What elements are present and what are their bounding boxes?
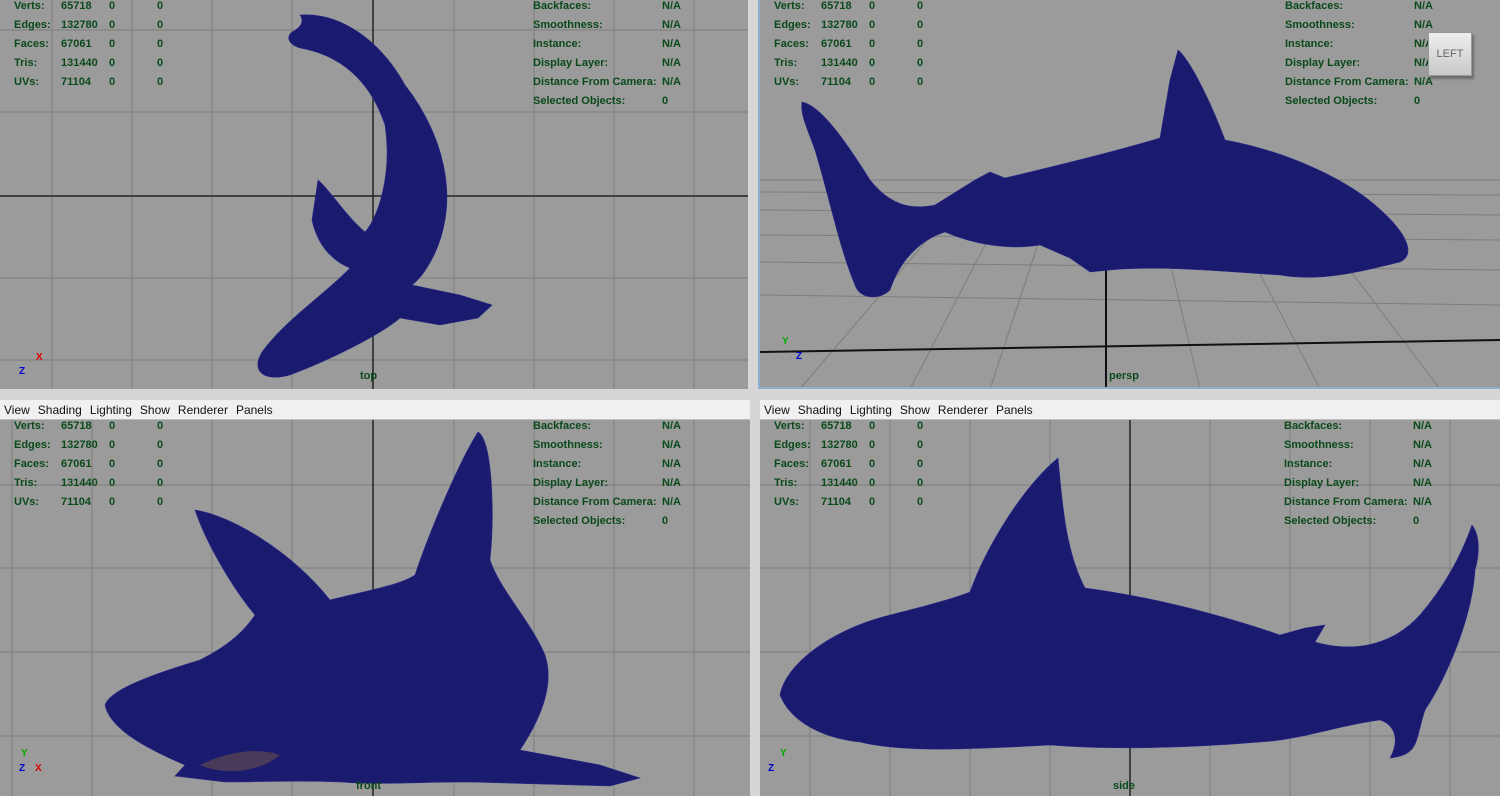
menu-view[interactable]: View: [764, 403, 790, 417]
axis-z-label: Z: [19, 366, 26, 377]
camera-label: front: [356, 780, 382, 792]
object-info: Backfaces: N/A Smoothness: N/A Instance: N/…: [533, 420, 681, 527]
axis-y-label: Y: [21, 748, 28, 759]
poly-stats: Verts: 65718 0 0 Edges: 132780 0 0 Faces: 67061…: [14, 420, 164, 508]
viewport-persp[interactable]: Verts: 65718 0 0 Edges: 132780 0 0 Faces: 67061…: [758, 0, 1500, 389]
axis-y-label: Y: [782, 336, 789, 347]
camera-label: side: [1113, 780, 1136, 792]
menu-shading[interactable]: Shading: [798, 403, 842, 417]
panel-menubar: View Shading Lighting Show Renderer Pane…: [0, 400, 750, 420]
menu-renderer[interactable]: Renderer: [938, 403, 988, 417]
menu-show[interactable]: Show: [140, 403, 170, 417]
axis-y-label: Y: [780, 748, 787, 759]
camera-label: persp: [1109, 370, 1139, 382]
axis-z-label: Z: [19, 763, 26, 774]
menu-lighting[interactable]: Lighting: [850, 403, 892, 417]
viewport-side[interactable]: Verts: 65718 0 0 Edges: 132780 0 0 Faces: 67061…: [760, 420, 1500, 796]
menu-panels[interactable]: Panels: [236, 403, 273, 417]
viewport-top[interactable]: Verts: 65718 0 0 Edges: 132780 0 0 Faces: 67061…: [0, 0, 750, 389]
panel-menubar: View Shading Lighting Show Renderer Pane…: [760, 400, 1500, 420]
menu-shading[interactable]: Shading: [38, 403, 82, 417]
axis-x-label: X: [35, 763, 42, 774]
camera-label: top: [360, 370, 378, 382]
object-info: Backfaces: N/A Smoothness: N/A Instance: N/…: [533, 0, 681, 107]
poly-stats: Verts: 65718 0 0 Edges: 132780 0 0 Faces: 67061…: [14, 0, 164, 88]
menu-view[interactable]: View: [4, 403, 30, 417]
poly-stats: Verts: 65718 0 0 Edges: 132780 0 0 Faces: 67061…: [774, 0, 924, 88]
viewport-front[interactable]: Verts: 65718 0 0 Edges: 132780 0 0 Faces: 67061…: [0, 420, 750, 796]
object-info: Backfaces: N/A Smoothness: N/A Instance: N/…: [1284, 420, 1432, 527]
view-cube[interactable]: LEFT: [1428, 32, 1472, 76]
axis-x-label: X: [36, 352, 43, 363]
poly-stats: Verts: 65718 0 0 Edges: 132780 0 0 Faces: 67061…: [774, 420, 924, 508]
axis-z-label: Z: [768, 763, 775, 774]
menu-panels[interactable]: Panels: [996, 403, 1033, 417]
axis-z-label: Z: [796, 351, 803, 362]
menu-show[interactable]: Show: [900, 403, 930, 417]
menu-renderer[interactable]: Renderer: [178, 403, 228, 417]
menu-lighting[interactable]: Lighting: [90, 403, 132, 417]
